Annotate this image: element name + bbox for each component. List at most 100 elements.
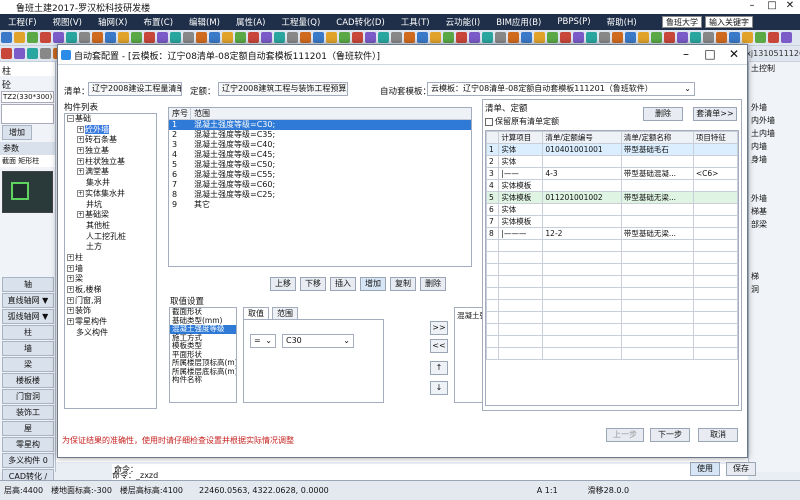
toolbar-tool-icon[interactable]: [508, 32, 519, 43]
toolbar-tool-icon[interactable]: [534, 32, 545, 43]
toolbar-tool-icon[interactable]: [339, 32, 350, 43]
remove-condition-button[interactable]: <<: [430, 339, 448, 353]
toolbar-tool-icon[interactable]: [703, 32, 714, 43]
toolbar-tool-icon[interactable]: [625, 32, 636, 43]
toolbar-tool-icon[interactable]: [664, 32, 675, 43]
toolbar-tool-icon[interactable]: [196, 32, 207, 43]
right-panel-item[interactable]: [749, 257, 800, 270]
toolbar-tool-icon[interactable]: [781, 32, 792, 43]
tree-node[interactable]: + 实体集水井: [65, 189, 156, 200]
toolbar-tool-icon[interactable]: [40, 48, 51, 59]
tree-node[interactable]: 集水井: [65, 178, 156, 189]
expand-icon[interactable]: +: [77, 136, 84, 144]
toolbar-tool-icon[interactable]: [222, 32, 233, 43]
toolbar-tool-icon[interactable]: [573, 32, 584, 43]
range-row[interactable]: 6 混凝土强度等级=C55;: [169, 170, 471, 180]
quota-row[interactable]: 7 实体模板: [485, 215, 739, 228]
range-row[interactable]: 7 混凝土强度等级=C60;: [169, 180, 471, 190]
collapse-icon[interactable]: −: [67, 115, 74, 122]
left-nav-button-4[interactable]: 梁: [2, 357, 54, 372]
expand-icon[interactable]: +: [67, 286, 74, 293]
toolbar-tool-icon[interactable]: [677, 32, 688, 43]
range-row[interactable]: 2 混凝土强度等级=C35;: [169, 130, 471, 140]
menu-item-0[interactable]: 工程(F): [0, 16, 45, 28]
next-step-button[interactable]: 下一步: [650, 428, 690, 442]
toolbar-tool-icon[interactable]: [131, 32, 142, 43]
tree-node[interactable]: 人工挖孔桩: [65, 232, 156, 243]
toolbar-tool-icon[interactable]: [768, 32, 779, 43]
right-panel-item[interactable]: 身墙: [749, 153, 800, 166]
expand-icon[interactable]: +: [77, 125, 84, 133]
expand-icon[interactable]: +: [77, 211, 84, 219]
toolbar-tool-icon[interactable]: [313, 32, 324, 43]
close-icon[interactable]: ✕: [782, 0, 798, 11]
menu-item-10[interactable]: BIM应用(B): [488, 16, 549, 28]
toolbar-tool-icon[interactable]: [261, 32, 272, 43]
left-nav-button-9[interactable]: 零星构: [2, 437, 54, 452]
toolbar-tool-icon[interactable]: [14, 32, 25, 43]
range-row[interactable]: 9 其它: [169, 200, 471, 210]
axis-tab[interactable]: 轴: [2, 277, 54, 292]
copy-button[interactable]: 复制: [390, 277, 416, 291]
menu-item-8[interactable]: 工具(T): [393, 16, 438, 28]
expand-icon[interactable]: +: [67, 275, 74, 283]
left-nav-button-10[interactable]: 多义构件 0: [2, 453, 54, 468]
toolbar-tool-icon[interactable]: [716, 32, 727, 43]
toolbar-tool-icon[interactable]: [482, 32, 493, 43]
search-input[interactable]: 输入关键字: [705, 16, 753, 28]
tree-node[interactable]: + 砼外墙: [65, 124, 156, 136]
quota-row[interactable]: 8 |——— 12-2 带型基础无梁...: [485, 227, 739, 240]
toolbar-tool-icon[interactable]: [53, 32, 64, 43]
right-panel-item[interactable]: 土内墙: [749, 127, 800, 140]
component-tree[interactable]: − 基础 + 砼外墙 + 砖石条基 + 独立基 + 柱状独立基 + 满堂基 集水井 + 实体集水井 井坑 + 基础…: [64, 113, 157, 409]
delete-quota-button[interactable]: 删除: [643, 107, 683, 121]
set-quota-button[interactable]: 套清单>>: [693, 107, 737, 121]
tree-node[interactable]: + 基础梁: [65, 210, 156, 221]
toolbar-tool-icon[interactable]: [248, 32, 259, 43]
range-grid[interactable]: 序号 范围 1 混凝土强度等级=C30; 2 混凝土强度等级=C35; 3 混凝土强度等级…: [168, 107, 472, 267]
right-panel-item[interactable]: 外墙: [749, 101, 800, 114]
toolbar-tool-icon[interactable]: [157, 32, 168, 43]
operator-select[interactable]: = ⌄: [250, 334, 276, 348]
right-panel-item[interactable]: [749, 88, 800, 101]
menu-item-2[interactable]: 轴网(X): [90, 16, 135, 28]
toolbar-tool-icon[interactable]: [651, 32, 662, 43]
right-panel-item[interactable]: [749, 75, 800, 88]
toolbar-tool-icon[interactable]: [365, 32, 376, 43]
toolbar-tool-icon[interactable]: [235, 32, 246, 43]
right-panel-item[interactable]: [749, 296, 800, 309]
tree-node[interactable]: − 基础: [65, 114, 156, 125]
toolbar-tool-icon[interactable]: [495, 32, 506, 43]
menu-item-7[interactable]: CAD转化(D): [328, 16, 392, 28]
toolbar-tool-icon[interactable]: [638, 32, 649, 43]
move-up-arrow-icon[interactable]: ↑: [430, 361, 448, 375]
tree-node[interactable]: 多义构件: [65, 328, 156, 339]
menu-item-5[interactable]: 属性(A): [228, 16, 273, 28]
quota-row[interactable]: 5 实体模板 011201001002 带型基础无梁...: [485, 191, 739, 204]
toolbar-tool-icon[interactable]: [274, 32, 285, 43]
dinge-field[interactable]: 辽宁2008建筑工程与装饰工程预算定额3: [218, 82, 348, 96]
quota-row[interactable]: 1 实体 010401001001 带型基础毛石: [485, 143, 739, 156]
right-panel-item[interactable]: 部梁: [749, 218, 800, 231]
range-row[interactable]: 3 混凝土强度等级=C40;: [169, 140, 471, 150]
toolbar-tool-icon[interactable]: [352, 32, 363, 43]
expand-icon[interactable]: +: [67, 296, 74, 304]
tree-node[interactable]: + 门窗,洞: [65, 296, 156, 307]
menu-item-4[interactable]: 编辑(M): [181, 16, 228, 28]
right-panel-item[interactable]: 内外墙: [749, 114, 800, 127]
tree-node[interactable]: + 梁: [65, 274, 156, 285]
cancel-button[interactable]: 取消: [698, 428, 738, 442]
expand-icon[interactable]: +: [67, 264, 74, 272]
template-select[interactable]: 云模板：辽宁08清单-08定额自动套模板111201（鲁班软件） ⌄: [427, 82, 695, 96]
range-row[interactable]: 5 混凝土强度等级=C50;: [169, 160, 471, 170]
toolbar-tool-icon[interactable]: [209, 32, 220, 43]
toolbar-tool-icon[interactable]: [586, 32, 597, 43]
toolbar-tool-icon[interactable]: [1, 32, 12, 43]
expand-icon[interactable]: +: [67, 307, 74, 315]
minimize-icon[interactable]: –: [744, 0, 760, 11]
quota-row[interactable]: 6 实体: [485, 203, 739, 216]
toolbar-tool-icon[interactable]: [300, 32, 311, 43]
toolbar-tool-icon[interactable]: [66, 32, 77, 43]
toolbar-tool-icon[interactable]: [469, 32, 480, 43]
tree-node[interactable]: + 装饰: [65, 306, 156, 317]
